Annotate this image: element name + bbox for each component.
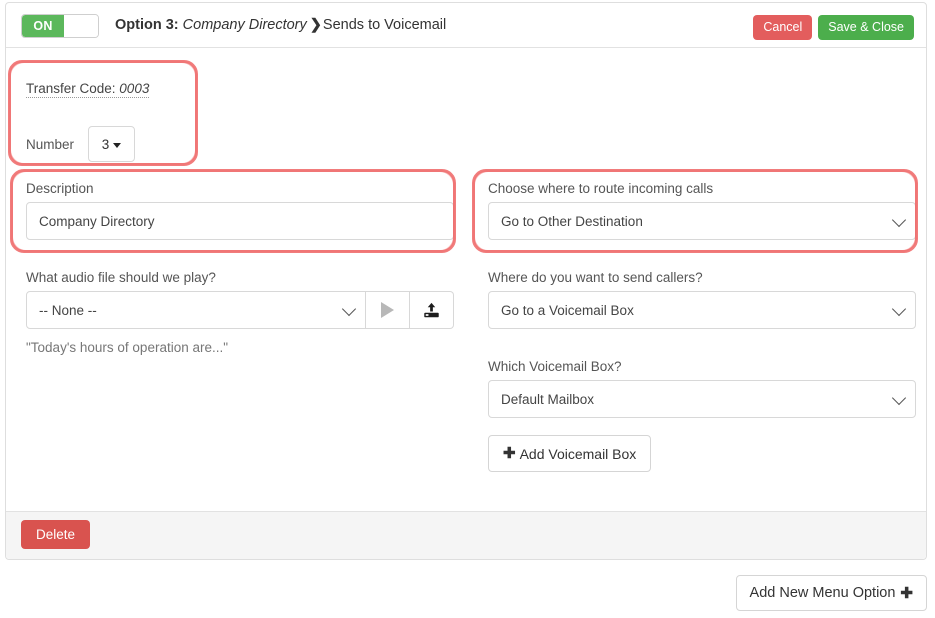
voicemail-box-select[interactable]: Default Mailbox (488, 380, 916, 418)
voicemail-box-label: Which Voicemail Box? (488, 359, 916, 374)
route-group: Choose where to route incoming calls Go … (488, 181, 916, 240)
description-group: Description Company Directory (26, 181, 454, 240)
menu-option-card: ON Option 3: Company Directory❯Sends to … (5, 2, 927, 560)
voicemail-box-value: Default Mailbox (501, 392, 594, 407)
audio-controls: -- None -- (26, 291, 454, 329)
audio-file-value: -- None -- (39, 303, 97, 318)
chevron-down-icon (342, 302, 356, 316)
header-actions: Cancel Save & Close (753, 15, 914, 40)
audio-group-wrapper: What audio file should we play? -- None … (26, 270, 454, 355)
number-label: Number (26, 137, 74, 152)
route-value: Go to Other Destination (501, 214, 643, 229)
number-value: 3 (102, 137, 110, 152)
chevron-right-icon: ❯ (310, 17, 322, 33)
play-audio-button[interactable] (366, 291, 410, 329)
transfer-code-value: 0003 (119, 81, 149, 96)
cancel-button[interactable]: Cancel (753, 15, 812, 40)
toggle-on-label: ON (22, 15, 64, 37)
chevron-down-icon (892, 302, 906, 316)
add-voicemail-box-button[interactable]: ✚ Add Voicemail Box (488, 435, 651, 472)
card-body: Transfer Code: 0003 Number 3 Description… (6, 48, 926, 514)
caret-down-icon (113, 143, 121, 148)
number-row: Number 3 (26, 126, 135, 162)
audio-file-select[interactable]: -- None -- (26, 291, 366, 329)
description-input[interactable]: Company Directory (26, 202, 454, 240)
send-callers-value: Go to a Voicemail Box (501, 303, 634, 318)
enable-toggle[interactable]: ON (21, 14, 99, 38)
plus-icon: ✚ (503, 446, 516, 461)
add-new-menu-option-label: Add New Menu Option (750, 585, 896, 601)
send-callers-group: Where do you want to send callers? Go to… (488, 270, 916, 329)
upload-icon (423, 302, 440, 319)
transfer-code-label: Transfer Code: (26, 81, 119, 96)
audio-label: What audio file should we play? (26, 270, 454, 285)
upload-audio-button[interactable] (410, 291, 454, 329)
audio-hint: "Today's hours of operation are..." (26, 340, 454, 355)
title-destination: Company Directory (183, 17, 307, 33)
transfer-code-block: Transfer Code: 0003 (26, 80, 149, 98)
description-label: Description (26, 181, 454, 196)
card-header: ON Option 3: Company Directory❯Sends to … (6, 3, 926, 48)
play-icon (381, 302, 394, 318)
toggle-knob (64, 15, 98, 37)
send-callers-select[interactable]: Go to a Voicemail Box (488, 291, 916, 329)
chevron-down-icon (892, 391, 906, 405)
transfer-code: Transfer Code: 0003 (26, 81, 149, 98)
title-action: Sends to Voicemail (323, 17, 446, 33)
page-title: Option 3: Company Directory❯Sends to Voi… (115, 17, 446, 33)
number-select[interactable]: 3 (88, 126, 135, 162)
add-new-menu-option-button[interactable]: Add New Menu Option ✚ (736, 575, 927, 611)
title-option-number: Option 3: (115, 17, 179, 33)
description-value: Company Directory (39, 214, 155, 229)
plus-icon: ✚ (900, 586, 913, 601)
voicemail-box-group: Which Voicemail Box? Default Mailbox ✚ A… (488, 359, 916, 472)
send-callers-label: Where do you want to send callers? (488, 270, 916, 285)
chevron-down-icon (892, 213, 906, 227)
route-label: Choose where to route incoming calls (488, 181, 916, 196)
add-voicemail-box-label: Add Voicemail Box (520, 446, 637, 462)
save-and-close-button[interactable]: Save & Close (818, 15, 914, 40)
card-footer: Delete (6, 511, 926, 559)
delete-button[interactable]: Delete (21, 520, 90, 549)
route-select[interactable]: Go to Other Destination (488, 202, 916, 240)
